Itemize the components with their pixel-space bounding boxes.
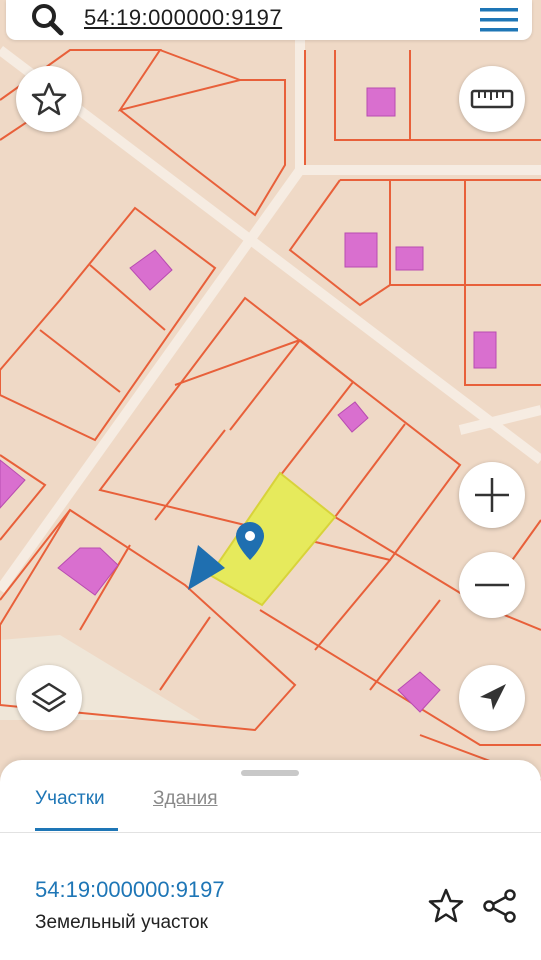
parcel-number[interactable]: 54:19:000000:9197 [35,877,225,903]
favorite-button[interactable] [16,66,82,132]
bottom-sheet: Участки Здания 54:19:000000:9197 Земельн… [0,760,541,960]
ruler-icon [470,89,514,109]
search-query[interactable]: 54:19:000000:9197 [84,5,282,31]
tab-buildings[interactable]: Здания [153,788,218,810]
active-tab-indicator [35,828,118,831]
layers-icon [31,682,67,713]
divider [0,832,541,833]
hamburger-menu-icon[interactable] [478,5,520,35]
zoom-in-button[interactable] [459,462,525,528]
search-bar[interactable]: 54:19:000000:9197 [6,0,532,40]
layers-button[interactable] [16,665,82,731]
navigation-arrow-icon [480,684,506,710]
plus-icon [475,478,509,512]
parcel-type: Земельный участок [35,912,208,933]
share-icon[interactable] [480,886,520,926]
sheet-drag-handle[interactable] [241,770,299,776]
star-icon[interactable] [426,886,466,926]
minus-icon [475,583,509,587]
zoom-out-button[interactable] [459,552,525,618]
search-icon[interactable] [30,2,66,38]
star-icon [31,82,67,116]
tab-parcels[interactable]: Участки [35,788,105,810]
locate-button[interactable] [459,665,525,731]
ruler-button[interactable] [459,66,525,132]
